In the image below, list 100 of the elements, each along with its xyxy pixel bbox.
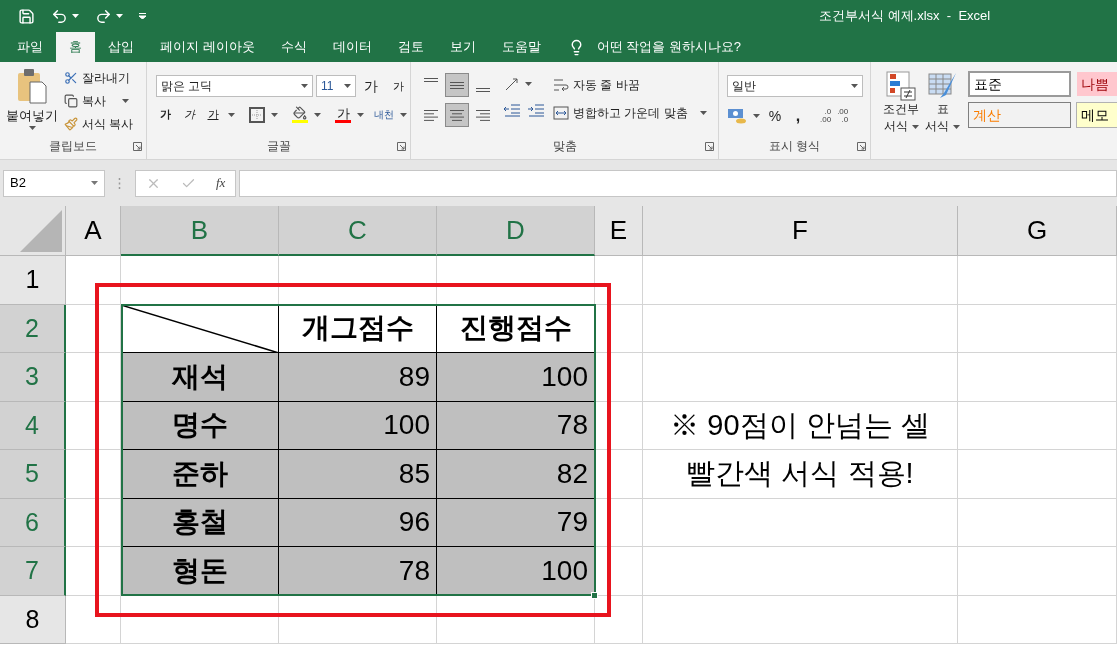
group-label: 클립보드 — [48, 138, 98, 155]
font-size-dropdown[interactable]: 11 — [316, 75, 356, 97]
format-as-table-button[interactable]: 표 서식 — [925, 71, 960, 159]
ribbon-tab[interactable]: 수식 — [267, 32, 320, 62]
row-header[interactable]: 4 — [0, 401, 66, 450]
table-cell: 명수 — [121, 401, 279, 450]
align-icon — [476, 88, 490, 92]
undo-icon[interactable] — [51, 7, 68, 25]
ribbon-tab[interactable]: 홈 — [56, 32, 95, 62]
row-header[interactable]: 2 — [0, 304, 66, 353]
bold-button[interactable]: 가 — [156, 106, 174, 123]
table-cell: 형돈 — [121, 547, 279, 596]
italic-button[interactable]: 가 — [180, 106, 198, 123]
table-cell: 78 — [437, 401, 595, 450]
caret-icon — [911, 124, 919, 129]
sheet-cell[interactable]: 빨간색 서식 적용! — [643, 450, 958, 499]
caret-icon — [72, 14, 79, 18]
formula-input[interactable] — [239, 169, 1117, 197]
underline-button[interactable]: 가 — [204, 106, 222, 123]
fill-handle[interactable] — [591, 592, 598, 599]
row-header[interactable]: 1 — [0, 256, 66, 305]
table-cell: 홍철 — [121, 498, 279, 547]
ribbon-tab[interactable]: 페이지 레이아웃 — [147, 32, 268, 62]
ribbon-tab[interactable]: 검토 — [384, 32, 437, 62]
number-format-dropdown[interactable]: 일반 — [727, 75, 863, 97]
ribbon-tab[interactable]: 삽입 — [95, 32, 147, 62]
caret-icon — [344, 84, 351, 88]
merge-center-button[interactable]: 병합하고 가운데 맞춤 — [553, 103, 707, 123]
dialog-launcher-icon[interactable] — [857, 142, 866, 151]
conditional-formatting-button[interactable]: 조건부 서식 — [883, 71, 919, 159]
percent-button[interactable]: % — [766, 105, 784, 127]
row-header[interactable]: 7 — [0, 547, 66, 596]
customize-toolbar-icon[interactable] — [139, 13, 146, 19]
dialog-launcher-icon[interactable] — [705, 142, 714, 151]
clipboard-icon — [16, 68, 48, 104]
fill-color-icon[interactable] — [293, 106, 307, 120]
font-color-button[interactable]: 가 — [336, 106, 350, 120]
caret-icon — [91, 181, 98, 185]
column-header[interactable]: B — [121, 206, 279, 256]
align-icon — [424, 109, 438, 121]
conditional-formatting-icon — [886, 71, 916, 101]
row-header[interactable]: 6 — [0, 498, 66, 547]
table-cell: 재석 — [121, 353, 279, 402]
align-button[interactable] — [445, 73, 469, 97]
sheet-cell[interactable]: ※ 90점이 안넘는 셀 — [643, 401, 958, 450]
insert-function-button[interactable]: fx — [216, 173, 226, 193]
comma-button[interactable]: , — [790, 104, 806, 128]
align-icon — [476, 109, 490, 121]
ribbon-tab[interactable]: 보기 — [436, 32, 489, 62]
row-header[interactable]: 5 — [0, 450, 66, 499]
column-header[interactable]: E — [595, 206, 643, 256]
window-title: 조건부서식 예제.xlsx - Excel — [819, 7, 991, 26]
column-header[interactable]: F — [643, 206, 958, 256]
ribbon-tab[interactable]: 도움말 — [488, 32, 554, 62]
table-cell: 79 — [437, 498, 595, 547]
merge-cells-icon — [553, 105, 569, 121]
caret-icon — [525, 82, 532, 86]
grow-font-button[interactable]: 가 — [359, 75, 383, 97]
cell-style-swatch[interactable]: 메모 — [1076, 102, 1117, 128]
orientation-icon[interactable] — [503, 75, 521, 93]
group-label: 맞춤 — [551, 138, 578, 155]
column-header[interactable]: G — [958, 206, 1117, 256]
column-header[interactable]: A — [66, 206, 121, 256]
copy-button[interactable]: 복사 — [64, 91, 134, 111]
format-painter-button[interactable]: 서식 복사 — [64, 114, 134, 134]
save-icon[interactable] — [18, 7, 35, 25]
shrink-font-button[interactable]: 가 — [386, 77, 410, 95]
column-header[interactable]: C — [279, 206, 437, 256]
currency-icon[interactable] — [727, 107, 747, 125]
caret-icon — [28, 125, 36, 130]
increase-decimal-button[interactable]: .0 .00 — [820, 108, 832, 124]
group-label: 글꼴 — [265, 138, 292, 155]
cell-style-swatch[interactable]: 나쁨 — [1076, 71, 1117, 97]
wrap-text-button[interactable]: 자동 줄 바꿈 — [553, 75, 707, 95]
table-cell: 78 — [279, 547, 437, 596]
row-header[interactable]: 8 — [0, 595, 66, 644]
name-box[interactable]: B2 — [3, 169, 105, 197]
decrease-decimal-button[interactable]: .00 .0 — [837, 108, 849, 124]
dialog-launcher-icon[interactable] — [397, 142, 406, 151]
table-header-cell: 개그점수 — [279, 304, 437, 353]
dialog-launcher-icon[interactable] — [133, 142, 142, 151]
tell-me-field[interactable]: 어떤 작업을 원하시나요? — [596, 37, 797, 57]
phonetic-button[interactable]: 내천 — [374, 109, 394, 120]
column-header[interactable]: D — [437, 206, 595, 256]
cut-button[interactable]: 잘라내기 — [64, 68, 134, 88]
ribbon-tab[interactable]: 파일 — [4, 32, 56, 62]
table-cell: 100 — [437, 353, 595, 402]
border-icon[interactable] — [249, 106, 265, 123]
caret-icon — [122, 99, 129, 103]
paintbrush-icon — [64, 117, 78, 131]
note-text: ※ 90점이 안넘는 셀 — [670, 407, 930, 443]
ribbon-tab[interactable]: 데이터 — [319, 32, 385, 62]
font-name-dropdown[interactable]: 맑은 고딕 — [156, 75, 313, 97]
row-header[interactable]: 3 — [0, 353, 66, 402]
caret-icon — [753, 114, 760, 118]
redo-icon[interactable] — [95, 7, 112, 25]
align-icon — [450, 81, 464, 89]
align-button[interactable] — [445, 103, 469, 127]
cell-style-swatch[interactable]: 표준 — [968, 71, 1071, 97]
caret-icon — [357, 112, 364, 117]
